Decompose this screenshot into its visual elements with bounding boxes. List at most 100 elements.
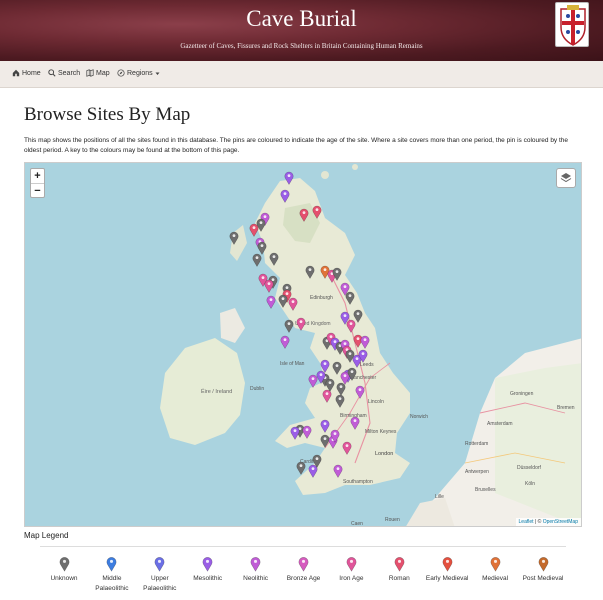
layers-icon bbox=[560, 173, 572, 183]
nav-map[interactable]: Map bbox=[86, 69, 110, 77]
site-pin-unknown[interactable] bbox=[305, 265, 315, 279]
zoom-in-button[interactable]: + bbox=[31, 169, 44, 183]
map-pin-icon bbox=[136, 556, 184, 572]
site-pin-neolithic[interactable] bbox=[355, 385, 365, 399]
nav-regions-dropdown[interactable]: Regions bbox=[117, 69, 160, 77]
site-pin-mesolithic[interactable] bbox=[280, 189, 290, 203]
legend-label: Medieval bbox=[482, 575, 509, 582]
legend-label: Neolithic bbox=[243, 575, 269, 582]
legend-item-mesolithic: Mesolithic bbox=[184, 556, 232, 584]
map-pin-icon bbox=[327, 556, 375, 572]
legend-item-neolithic: Neolithic bbox=[232, 556, 280, 584]
site-pin-mesolithic[interactable] bbox=[320, 359, 330, 373]
legend-item-post-medieval: Post Medieval bbox=[519, 556, 567, 584]
site-title[interactable]: Cave Burial bbox=[0, 6, 603, 32]
site-pin-mesolithic[interactable] bbox=[290, 426, 300, 440]
site-pin-iron-age[interactable] bbox=[296, 317, 306, 331]
site-pin-unknown[interactable] bbox=[335, 394, 345, 408]
university-crest-logo[interactable] bbox=[555, 2, 589, 47]
map-label-milton-keynes: Milton Keynes bbox=[365, 429, 397, 435]
home-icon bbox=[12, 69, 20, 77]
map-label-dusseldorf: Düsseldorf bbox=[517, 465, 542, 471]
map-label-isle-of-man: Isle of Man bbox=[280, 361, 305, 367]
site-pin-unknown[interactable] bbox=[256, 218, 266, 232]
site-pin-unknown[interactable] bbox=[252, 253, 262, 267]
map-pin-icon bbox=[519, 556, 567, 572]
site-pin-unknown[interactable] bbox=[278, 294, 288, 308]
site-pin-roman[interactable] bbox=[299, 208, 309, 222]
legend-item-roman: Roman bbox=[375, 556, 423, 584]
legend-title: Map Legend bbox=[24, 531, 69, 540]
legend-label: Early Medieval bbox=[425, 575, 469, 582]
nav-regions-label: Regions bbox=[127, 69, 153, 77]
site-pin-iron-age[interactable] bbox=[288, 297, 298, 311]
nav-search[interactable]: Search bbox=[48, 69, 80, 77]
site-pin-neolithic[interactable] bbox=[330, 429, 340, 443]
site-pin-iron-age[interactable] bbox=[264, 279, 274, 293]
caret-down-icon bbox=[155, 72, 160, 75]
map-pin-icon bbox=[423, 556, 471, 572]
nav-home-label: Home bbox=[22, 69, 41, 77]
site-pin-neolithic[interactable] bbox=[302, 425, 312, 439]
site-pin-iron-age[interactable] bbox=[342, 441, 352, 455]
map-label-london: London bbox=[375, 451, 393, 457]
map-label-groningen: Groningen bbox=[510, 391, 534, 397]
site-pin-neolithic[interactable] bbox=[266, 295, 276, 309]
site-pin-iron-age[interactable] bbox=[346, 319, 356, 333]
legend-item-early-medieval: Early Medieval bbox=[423, 556, 471, 584]
map-label-caen: Caen bbox=[351, 521, 363, 527]
attribution-separator: | © bbox=[533, 519, 543, 525]
site-pin-unknown[interactable] bbox=[312, 454, 322, 468]
site-pin-neolithic[interactable] bbox=[360, 335, 370, 349]
legend-label: Roman bbox=[388, 575, 410, 582]
map-attribution: Leaflet | © OpenStreetMap bbox=[515, 518, 581, 526]
legend-item-medieval: Medieval bbox=[471, 556, 519, 584]
site-pin-mesolithic[interactable] bbox=[358, 349, 368, 363]
legend-label: Middle Palaeolithic bbox=[95, 575, 129, 592]
site-pin-unknown[interactable] bbox=[347, 367, 357, 381]
leaflet-link[interactable]: Leaflet bbox=[519, 519, 534, 525]
map-label-dublin: Dublin bbox=[250, 386, 264, 392]
legend-label: Unknown bbox=[50, 575, 78, 582]
site-pin-unknown[interactable] bbox=[284, 319, 294, 333]
map-label-koln: Köln bbox=[525, 481, 535, 487]
site-pin-neolithic[interactable] bbox=[350, 416, 360, 430]
search-icon bbox=[48, 69, 56, 77]
site-pin-mesolithic[interactable] bbox=[284, 171, 294, 185]
map-pin-icon bbox=[40, 556, 88, 572]
legend-item-upper-palaeolithic: Upper Palaeolithic bbox=[136, 556, 184, 594]
site-pin-unknown[interactable] bbox=[269, 252, 279, 266]
map-label-bruxelles: Bruxelles bbox=[475, 487, 496, 493]
map-label-rouen: Rouen bbox=[385, 517, 400, 523]
site-banner: Cave Burial Gazetteer of Caves, Fissures… bbox=[0, 0, 603, 61]
site-pin-unknown[interactable] bbox=[296, 461, 306, 475]
map-label-rotterdam: Rotterdam bbox=[465, 441, 488, 447]
site-pin-unknown[interactable] bbox=[229, 231, 239, 245]
site-pin-iron-age[interactable] bbox=[322, 389, 332, 403]
site-pin-unknown[interactable] bbox=[332, 267, 342, 281]
nav-home[interactable]: Home bbox=[12, 69, 41, 77]
map-label-antwerpen: Antwerpen bbox=[465, 469, 489, 475]
map-pin-icon bbox=[184, 556, 232, 572]
map-label-bremen: Bremen bbox=[557, 405, 575, 411]
site-pin-roman[interactable] bbox=[312, 205, 322, 219]
site-pin-unknown[interactable] bbox=[345, 291, 355, 305]
map-label-edinburgh: Edinburgh bbox=[310, 295, 333, 301]
legend-divider bbox=[40, 546, 566, 547]
site-pin-neolithic[interactable] bbox=[280, 335, 290, 349]
layers-button[interactable] bbox=[556, 168, 576, 188]
legend-item-unknown: Unknown bbox=[40, 556, 88, 584]
map-label-amsterdam: Amsterdam bbox=[487, 421, 513, 427]
map-pin-icon bbox=[280, 556, 328, 572]
compass-icon bbox=[117, 69, 125, 77]
osm-link[interactable]: OpenStreetMap bbox=[543, 519, 578, 525]
legend-label: Iron Age bbox=[339, 575, 364, 582]
legend-item-middle-palaeolithic: Middle Palaeolithic bbox=[88, 556, 136, 594]
map-pin-icon bbox=[88, 556, 136, 572]
page-title: Browse Sites By Map bbox=[24, 104, 191, 125]
site-pin-mesolithic[interactable] bbox=[320, 419, 330, 433]
sites-map[interactable]: Edinburgh United Kingdom Isle of Man Éir… bbox=[24, 162, 582, 527]
site-pin-neolithic[interactable] bbox=[333, 464, 343, 478]
zoom-out-button[interactable]: − bbox=[31, 183, 44, 197]
legend-label: Bronze Age bbox=[286, 575, 321, 582]
